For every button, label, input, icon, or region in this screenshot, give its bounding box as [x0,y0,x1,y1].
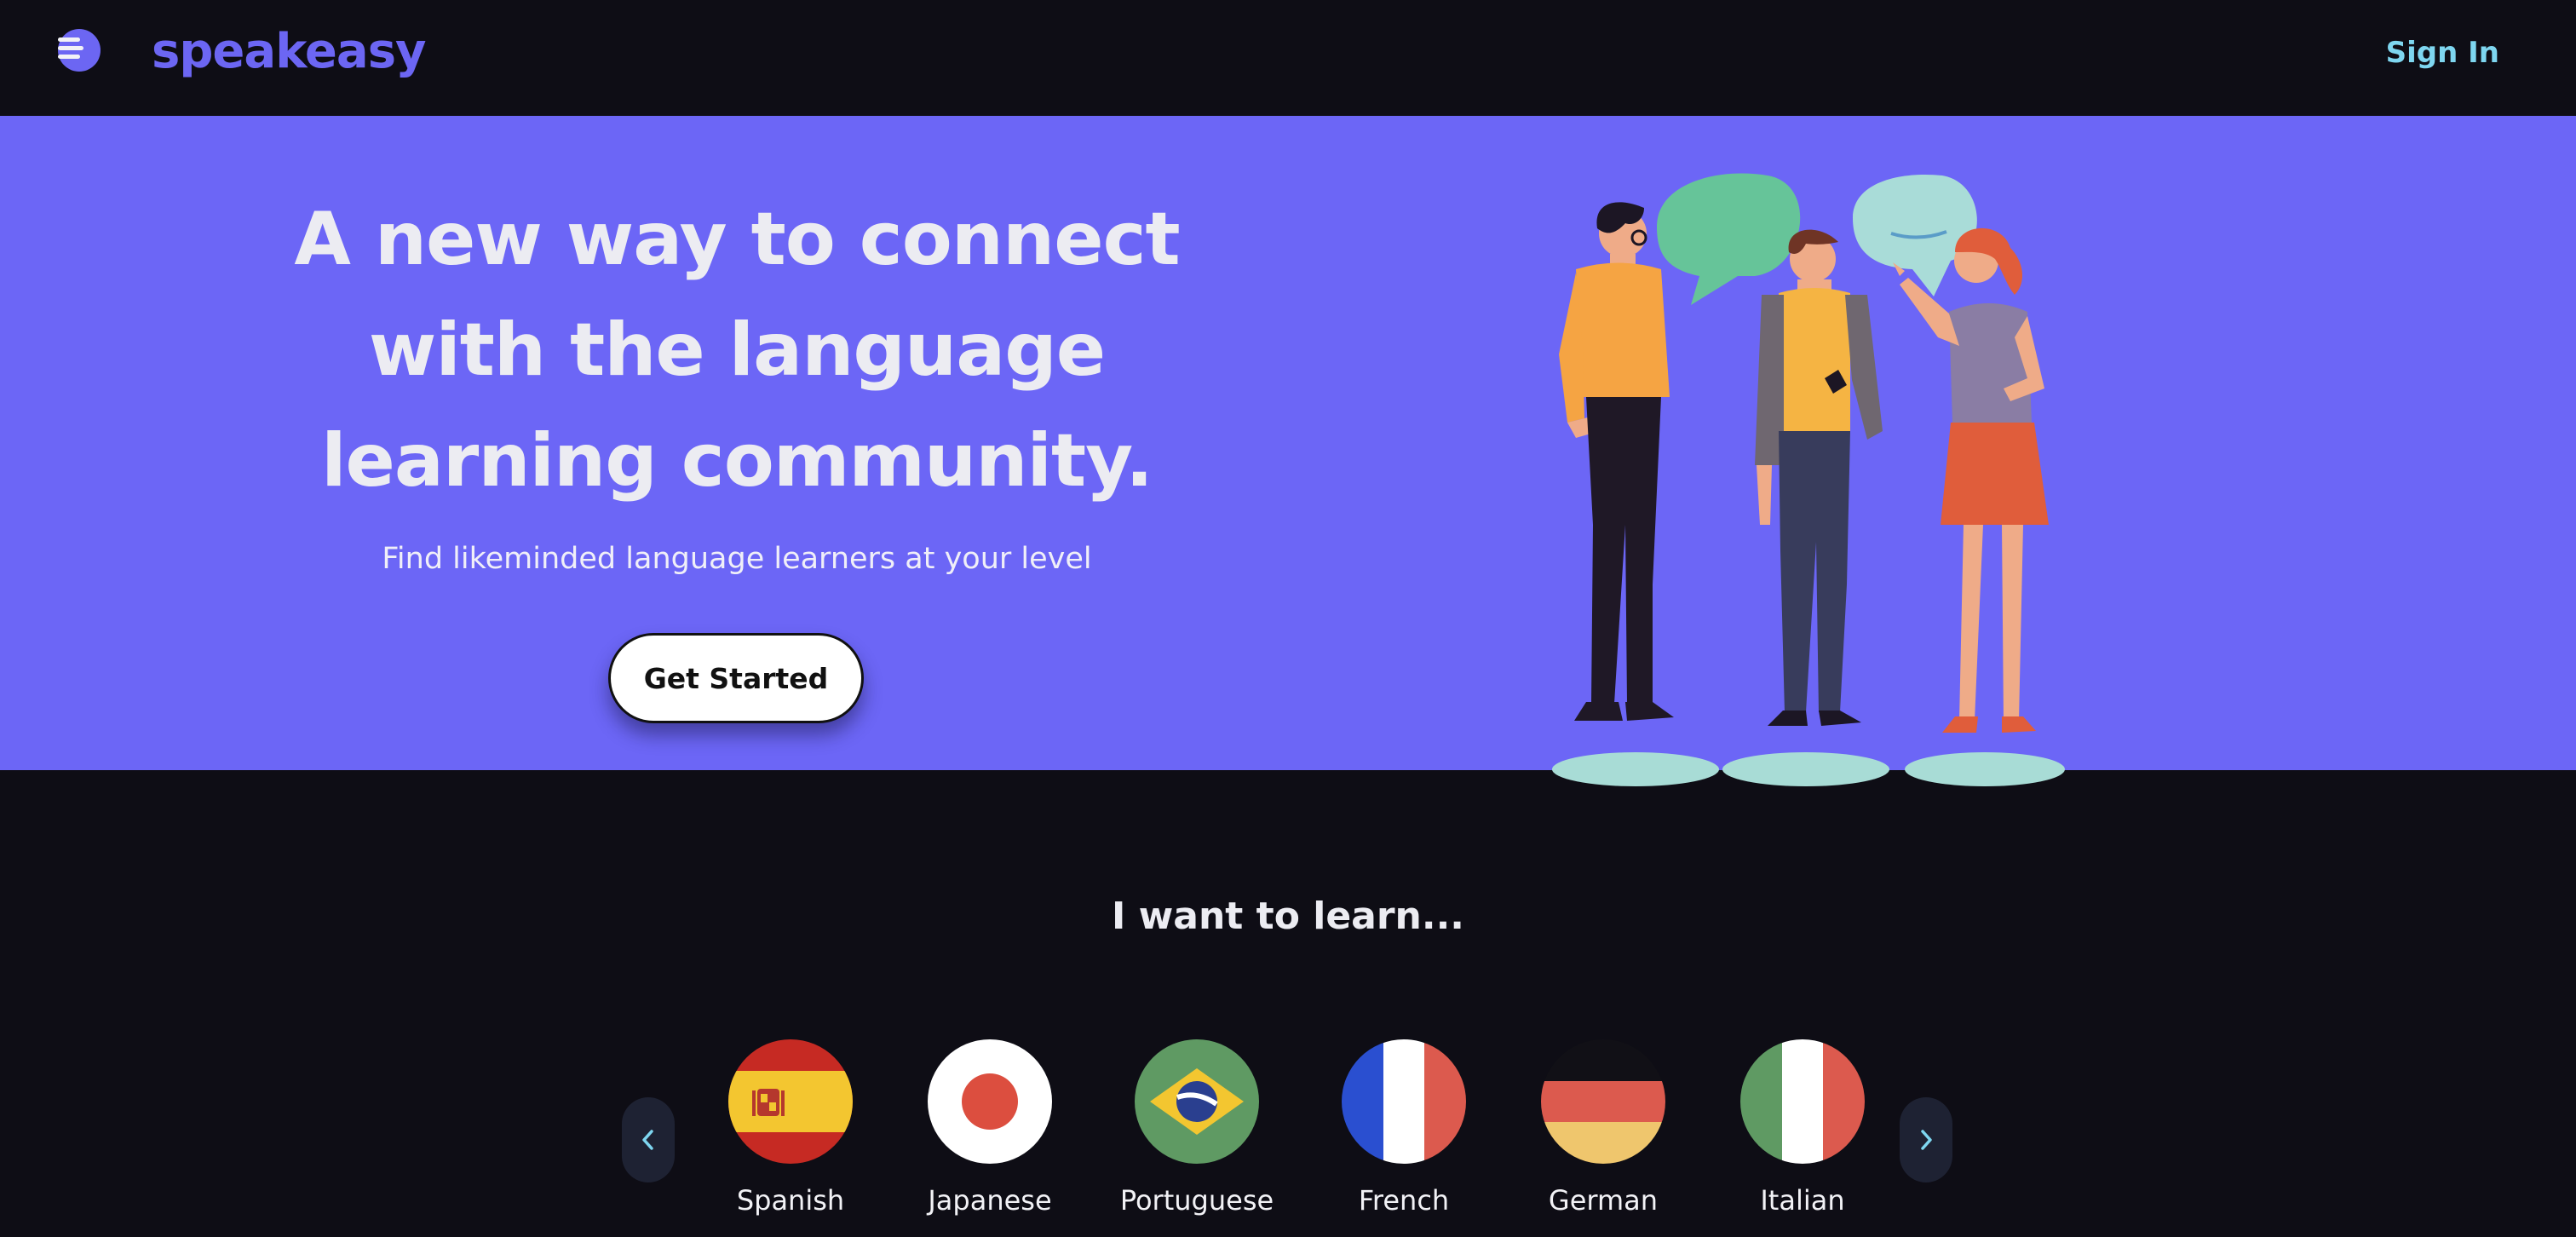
headline-line-1: A new way to connect [294,197,1180,282]
brand-name[interactable]: speakeasy [152,24,427,79]
headline-line-2: with the language [368,308,1106,393]
chevron-right-icon [1921,1130,1932,1150]
language-option-japanese[interactable]: Japanese [888,1039,1092,1217]
carousel-prev-button[interactable] [622,1097,675,1182]
hero-section: A new way to connect with the language l… [0,116,2576,786]
spain-flag-icon [728,1039,853,1164]
language-label: Japanese [928,1184,1052,1217]
hero-subline: Find likeminded language learners at you… [382,542,1092,576]
language-option-german[interactable]: German [1501,1039,1705,1217]
language-option-portuguese[interactable]: Portuguese [1095,1039,1299,1217]
language-option-french[interactable]: French [1302,1039,1506,1217]
france-flag-icon [1342,1039,1466,1164]
carousel-next-button[interactable] [1900,1097,1952,1182]
germany-flag-icon [1541,1039,1665,1164]
hero-headline: A new way to connect with the language l… [256,184,1218,516]
language-option-italian[interactable]: Italian [1700,1039,1905,1217]
language-label: Spanish [736,1184,845,1217]
top-nav: speakeasy Sign In [0,0,2576,116]
brazil-flag-icon [1135,1039,1259,1164]
italy-flag-icon [1740,1039,1865,1164]
learn-section-title: I want to learn... [1111,895,1465,938]
sign-in-link[interactable]: Sign In [2386,36,2499,70]
japan-flag-icon [928,1039,1052,1164]
chevron-left-icon [642,1130,653,1150]
get-started-button[interactable]: Get Started [608,633,864,723]
speech-logo-icon[interactable] [56,27,102,73]
people-chatting-illustration [1552,173,2065,786]
language-option-spanish[interactable]: Spanish [688,1039,893,1217]
language-label: German [1548,1184,1659,1217]
language-label: Italian [1760,1184,1845,1217]
language-label: French [1358,1184,1450,1217]
language-label: Portuguese [1119,1184,1274,1217]
headline-line-3: learning community. [321,418,1153,503]
